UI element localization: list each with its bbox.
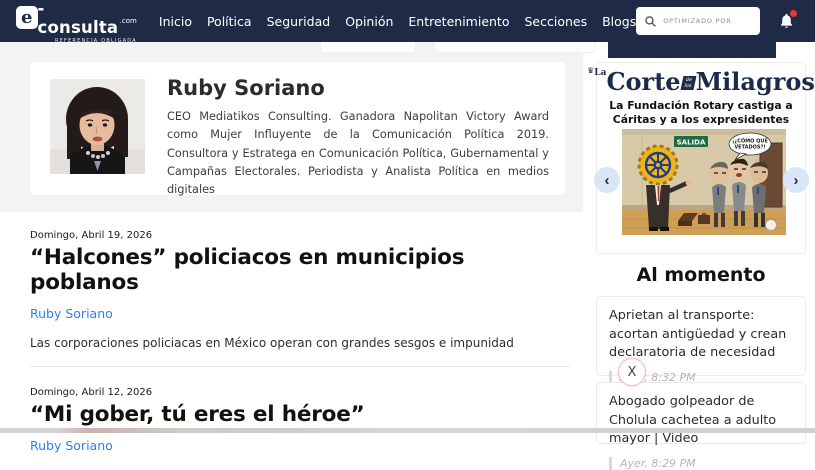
article-date: Domingo, Abril 19, 2026 bbox=[30, 230, 570, 241]
logo-e-icon: e bbox=[16, 6, 38, 29]
article-summary: Las corporaciones policiacas en México o… bbox=[30, 336, 570, 350]
nav-item-secciones[interactable]: Secciones bbox=[524, 14, 587, 29]
main-nav: Inicio Política Seguridad Opinión Entret… bbox=[159, 14, 636, 29]
artist-signature-mark bbox=[766, 220, 777, 231]
news-timestamp: Ayer, 8:29 PM bbox=[609, 457, 793, 470]
crown-icon: ♛ bbox=[587, 66, 594, 75]
carousel-next-button[interactable]: › bbox=[783, 167, 809, 193]
close-overlay-button[interactable]: X bbox=[618, 358, 646, 386]
news-item[interactable]: Abogado golpeador de Cholula cachetea a … bbox=[596, 382, 806, 444]
news-title: Aprietan al transporte: acortan antigüed… bbox=[609, 307, 793, 363]
notification-badge-dot bbox=[790, 10, 797, 17]
article-title-link[interactable]: “Mi gober, tú eres el héroe” bbox=[30, 402, 570, 427]
logo-name: -consulta bbox=[38, 0, 120, 37]
top-navbar: e -consulta .com REFERENCIA OBLIGADA Ini… bbox=[0, 0, 815, 42]
logo-tld: .com bbox=[120, 17, 137, 25]
article-author-link[interactable]: Ruby Soriano bbox=[30, 438, 570, 453]
nav-item-opinion[interactable]: Opinión bbox=[345, 14, 393, 29]
exit-sign: SALIDA bbox=[674, 136, 708, 147]
site-logo[interactable]: e -consulta .com REFERENCIA OBLIGADA bbox=[16, 0, 137, 44]
speech-bubble-line1: ¡¿CÓMO QUE bbox=[732, 138, 768, 145]
nav-item-inicio[interactable]: Inicio bbox=[159, 14, 192, 29]
brand-flag: de los bbox=[680, 76, 696, 90]
article-title-link[interactable]: “Halcones” policiacos en municipios pobl… bbox=[30, 245, 570, 295]
article-item: Domingo, Abril 19, 2026 “Halcones” polic… bbox=[30, 230, 570, 350]
author-photo bbox=[50, 79, 145, 174]
header-artifact-tab bbox=[434, 42, 596, 53]
search-icon bbox=[644, 15, 657, 28]
author-profile-card: Ruby Soriano CEO Mediatikos Consulting. … bbox=[30, 62, 565, 195]
carousel-prev-button[interactable]: ‹ bbox=[594, 167, 620, 193]
nav-item-entretenimiento[interactable]: Entretenimiento bbox=[408, 14, 509, 29]
notifications-button[interactable] bbox=[778, 12, 795, 30]
logo-tagline: REFERENCIA OBLIGADA bbox=[16, 38, 137, 44]
author-name: Ruby Soriano bbox=[167, 76, 325, 100]
search-input[interactable] bbox=[663, 7, 752, 35]
nav-item-seguridad[interactable]: Seguridad bbox=[267, 14, 331, 29]
article-author-link[interactable]: Ruby Soriano bbox=[30, 306, 570, 321]
brand-corte: Corte bbox=[606, 70, 680, 94]
brand-la: La bbox=[594, 68, 606, 78]
article-item: Domingo, Abril 12, 2026 “Mi gober, tú er… bbox=[30, 387, 570, 453]
cartoon-image[interactable]: SALIDA bbox=[622, 129, 786, 235]
header-artifact-tab bbox=[320, 42, 416, 53]
bottom-edge-strip bbox=[0, 428, 815, 433]
exit-sign-text: SALIDA bbox=[677, 139, 706, 147]
al-momento-heading: Al momento bbox=[596, 264, 806, 286]
rotary-wheel-icon bbox=[639, 146, 677, 184]
cartoon-widget-card: ♛ La Corte de los Milagros La Fundación … bbox=[596, 62, 806, 254]
cartoon-brand-logo: ♛ La Corte de los Milagros bbox=[597, 70, 805, 94]
header-dropdown-remnant bbox=[608, 42, 776, 58]
search-box[interactable] bbox=[636, 7, 760, 35]
nav-item-blogs[interactable]: Blogs bbox=[602, 14, 636, 29]
author-bio: CEO Mediatikos Consulting. Ganadora Napo… bbox=[167, 108, 549, 199]
nav-item-politica[interactable]: Política bbox=[207, 14, 252, 29]
article-divider bbox=[30, 366, 570, 367]
brand-milagros: Milagros bbox=[696, 70, 815, 94]
article-date: Domingo, Abril 12, 2026 bbox=[30, 387, 570, 398]
speech-bubble-line2: VETADOS?! bbox=[734, 145, 765, 151]
news-title: Abogado golpeador de Cholula cachetea a … bbox=[609, 393, 793, 449]
